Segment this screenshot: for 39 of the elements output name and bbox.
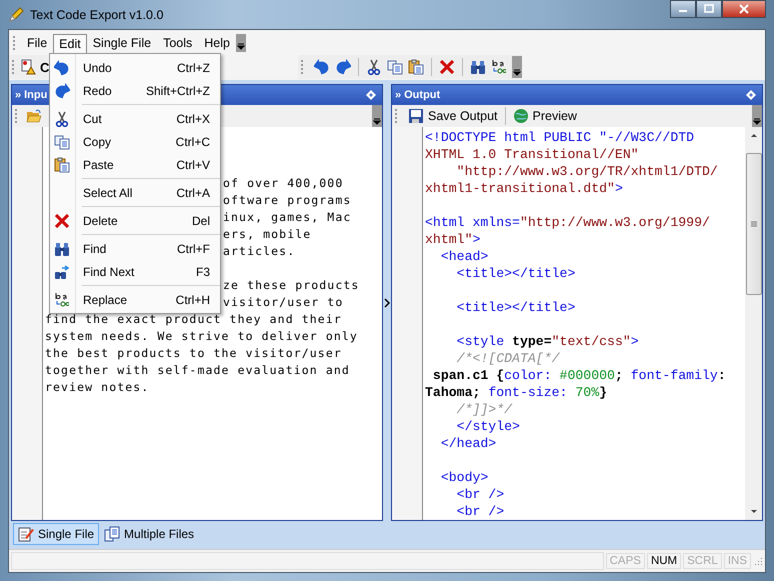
- code-line: XHTML 1.0 Transitional//EN": [425, 147, 639, 162]
- code-line: <br />: [456, 504, 504, 519]
- code-line: <title></title>: [456, 266, 576, 281]
- text-line: ers, mobile: [223, 226, 312, 243]
- code-line: <br />: [456, 487, 504, 502]
- code-line: /*<![CDATA[*/: [456, 351, 560, 366]
- toolbar-label: C: [40, 60, 50, 74]
- code-line: <!DOCTYPE html PUBLIC "-//W3C//DTD: [425, 130, 694, 145]
- code-line: <html xmlns="http://www.w3.org/1999/: [425, 215, 710, 230]
- code-line: </head>: [440, 436, 496, 451]
- code-line: "http://www.w3.org/TR/xhtml1/DTD/: [456, 164, 718, 179]
- text-line: articles.: [223, 243, 296, 260]
- code-line: </style>: [456, 419, 520, 434]
- text-line: ze these products: [223, 277, 360, 294]
- text-line: together with self-made evaluation and: [45, 362, 350, 379]
- panel-title: Output: [404, 89, 440, 101]
- code-line: <style type="text/css">: [456, 334, 639, 349]
- text-line: oftware programs: [223, 192, 352, 209]
- status-indicator: SCRL: [683, 553, 722, 569]
- status-indicator: INS: [724, 553, 751, 569]
- code-line: xhtml1-transitional.dtd">: [425, 181, 623, 196]
- text-line: review notes.: [45, 379, 150, 396]
- code-line: <title></title>: [456, 300, 576, 315]
- status-indicator: NUM: [646, 553, 682, 569]
- window-title: Text Code Export v1.0.0: [30, 8, 164, 22]
- code-line: span.c1 {color: #000000; font-family:: [432, 368, 726, 383]
- code-line: /*]]>*/: [456, 402, 512, 417]
- panel-title: Inpu: [24, 89, 48, 101]
- code-line: xhtml">: [425, 232, 480, 247]
- status-indicator: CAPS: [606, 553, 645, 569]
- text-line: of over 400,000: [223, 175, 344, 192]
- text-line: inux, games, Mac: [223, 209, 352, 226]
- text-line: the best products to the visitor/user: [45, 345, 342, 362]
- code-line: <head>: [440, 249, 488, 264]
- code-line: <body>: [440, 470, 488, 485]
- text-line: visitor/user to: [223, 294, 344, 311]
- text-line: find the exact product they and their: [45, 311, 342, 328]
- code-line: Tahoma; font-size: 70%}: [425, 385, 608, 400]
- text-line: system needs. We strive to deliver only: [45, 328, 358, 345]
